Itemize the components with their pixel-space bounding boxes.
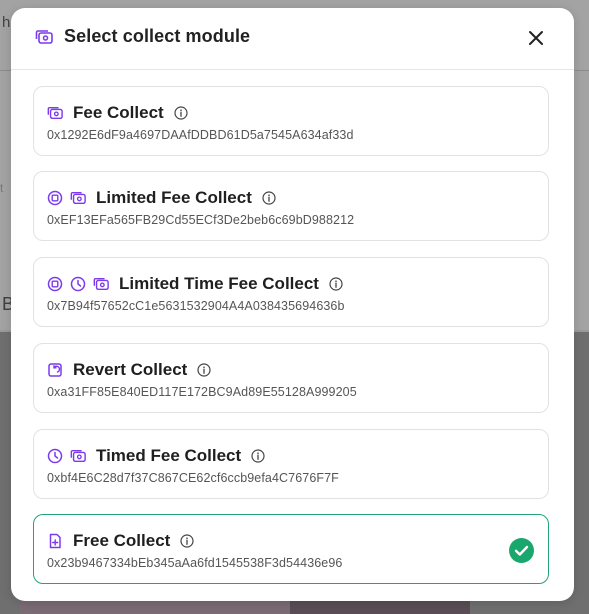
- module-title-row: Fee Collect: [47, 102, 188, 124]
- module-title-row: Limited Fee Collect: [47, 187, 276, 209]
- module-address: 0xEF13EFa565FB29Cd55ECf3De2beb6c69bD9882…: [47, 213, 355, 227]
- money-icon: [47, 105, 63, 121]
- module-name: Revert Collect: [73, 360, 188, 379]
- collect-module-option[interactable]: Revert Collect 0xa31FF85E840ED117E172BC9A…: [33, 343, 549, 413]
- info-icon[interactable]: [329, 277, 343, 291]
- info-icon[interactable]: [174, 106, 188, 120]
- collect-module-option[interactable]: Free Collect 0x23b9467334bEb345aAa6fd1545…: [33, 514, 549, 584]
- module-name: Fee Collect: [73, 103, 164, 122]
- info-icon[interactable]: [251, 449, 265, 463]
- module-address: 0xbf4E6C28d7f37C867CE62cf6ccb9efa4C7676F…: [47, 471, 339, 485]
- module-name: Limited Fee Collect: [96, 188, 252, 207]
- money-icon: [35, 29, 53, 45]
- background-divider: [575, 70, 589, 71]
- info-icon[interactable]: [262, 191, 276, 205]
- background-image-strip: [20, 600, 290, 614]
- module-address: 0x23b9467334bEb345aAa6fd1545538F3d54436e…: [47, 556, 343, 570]
- module-name: Limited Time Fee Collect: [119, 274, 319, 293]
- collect-module-option[interactable]: Limited Fee Collect 0xEF13EFa565FB29Cd55E…: [33, 171, 549, 241]
- module-address: 0xa31FF85E840ED117E172BC9Ad89E55128A9992…: [47, 385, 357, 399]
- background-text: t: [0, 181, 4, 195]
- close-icon: [529, 31, 543, 45]
- collect-module-option[interactable]: Timed Fee Collect 0xbf4E6C28d7f37C867CE62…: [33, 429, 549, 499]
- collect-module-option[interactable]: Limited Time Fee Collect 0x7B94f57652cC1e…: [33, 257, 549, 327]
- money-icon: [70, 448, 86, 464]
- limit-icon: [47, 190, 63, 206]
- document-plus-icon: [47, 533, 63, 549]
- module-address: 0x7B94f57652cC1e5631532904A4A03843569463…: [47, 299, 345, 313]
- modal-title: Select collect module: [64, 26, 251, 46]
- close-button[interactable]: [524, 26, 548, 50]
- money-icon: [70, 190, 86, 206]
- module-title-row: Timed Fee Collect: [47, 445, 265, 467]
- module-title-row: Limited Time Fee Collect: [47, 273, 343, 295]
- clock-icon: [47, 448, 63, 464]
- module-name: Timed Fee Collect: [96, 446, 242, 465]
- money-icon: [93, 276, 109, 292]
- module-title-row: Revert Collect: [47, 359, 211, 381]
- modal-header: Select collect module: [11, 8, 574, 70]
- module-title-row: Free Collect: [47, 530, 194, 552]
- background-text: h: [2, 14, 11, 31]
- limit-icon: [47, 276, 63, 292]
- background-image-strip: [290, 600, 470, 614]
- revert-icon: [47, 362, 63, 378]
- check-circle-icon: [509, 538, 534, 563]
- collect-module-option[interactable]: Fee Collect 0x1292E6dF9a4697DAAfDDBD61D5a…: [33, 86, 549, 156]
- clock-icon: [70, 276, 86, 292]
- module-name: Free Collect: [73, 531, 171, 550]
- module-address: 0x1292E6dF9a4697DAAfDDBD61D5a7545A634af3…: [47, 128, 354, 142]
- info-icon[interactable]: [197, 363, 211, 377]
- info-icon[interactable]: [180, 534, 194, 548]
- select-collect-module-modal: Select collect module Fee Collect 0x1292E…: [11, 8, 574, 601]
